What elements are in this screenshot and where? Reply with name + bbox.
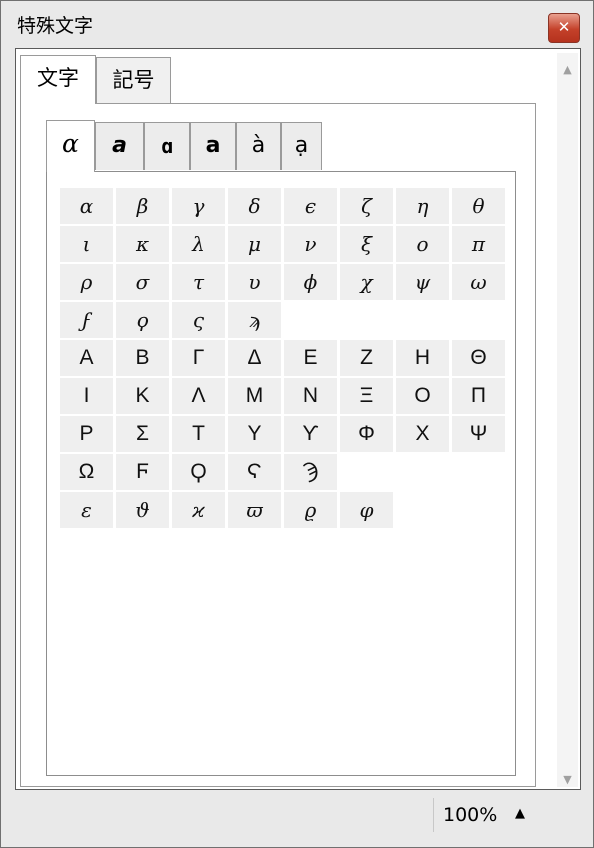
tab-latin-italic[interactable]: a	[95, 122, 144, 170]
vertical-scrollbar[interactable]: ▲ ▼	[557, 53, 578, 787]
character-cell[interactable]: ζ	[340, 188, 393, 224]
character-cell[interactable]: Θ	[452, 340, 505, 376]
status-bar: 100% ▲	[15, 790, 581, 842]
character-cell[interactable]: β	[116, 188, 169, 224]
character-cell[interactable]: ρ	[60, 264, 113, 300]
tab-latin-accent[interactable]: à	[236, 122, 281, 170]
character-cell[interactable]: Υ	[228, 416, 281, 452]
character-cell[interactable]: Μ	[228, 378, 281, 414]
character-cell[interactable]: ϝ	[60, 302, 113, 338]
character-cell[interactable]: Ι	[60, 378, 113, 414]
character-cell[interactable]: Ρ	[60, 416, 113, 452]
character-cell[interactable]: Ϙ	[172, 454, 225, 490]
character-cell[interactable]: Ϝ	[116, 454, 169, 490]
character-cell[interactable]: Κ	[116, 378, 169, 414]
character-cell[interactable]: Γ	[172, 340, 225, 376]
character-cell[interactable]: Χ	[396, 416, 449, 452]
character-cell[interactable]: ϖ	[228, 492, 281, 528]
character-cell[interactable]: ι	[60, 226, 113, 262]
character-cell[interactable]: κ	[116, 226, 169, 262]
title-bar: 特殊文字 ✕	[1, 1, 593, 47]
zoom-level: 100%	[443, 804, 498, 826]
character-cell[interactable]: ψ	[396, 264, 449, 300]
character-cell[interactable]: τ	[172, 264, 225, 300]
close-icon: ✕	[557, 18, 571, 36]
character-cell[interactable]: ν	[284, 226, 337, 262]
character-cell[interactable]: Ξ	[340, 378, 393, 414]
tab-characters[interactable]: 文字	[20, 55, 96, 104]
character-cell[interactable]: υ	[228, 264, 281, 300]
character-cell[interactable]: Τ	[172, 416, 225, 452]
character-cell[interactable]: λ	[172, 226, 225, 262]
tab-latin-alpha[interactable]: ɑ	[144, 122, 190, 170]
tab-symbols[interactable]: 記号	[96, 57, 171, 103]
character-cell[interactable]: ϑ	[116, 492, 169, 528]
tab-latin-dot-below[interactable]: ạ	[281, 122, 322, 170]
character-cell[interactable]: Π	[452, 378, 505, 414]
scroll-down-icon[interactable]: ▼	[557, 773, 578, 786]
client-area: 文字 記号 α a ɑ a à ạ αβγδϵζηθ ικλμνξοπ ρστυϕχ…	[15, 48, 581, 790]
character-grid-panel: αβγδϵζηθ ικλμνξοπ ρστυϕχψω ϝϙςϡ ΑΒΓΔΕΖΗΘ ΙΚΛΜ…	[46, 171, 516, 776]
character-cell[interactable]: θ	[452, 188, 505, 224]
character-cell[interactable]: η	[396, 188, 449, 224]
character-cell[interactable]: Ο	[396, 378, 449, 414]
character-cell[interactable]: Ζ	[340, 340, 393, 376]
close-button[interactable]: ✕	[548, 13, 580, 43]
character-cell[interactable]: ϒ	[284, 416, 337, 452]
characters-panel: α a ɑ a à ạ αβγδϵζηθ ικλμνξοπ ρστυϕχψω ϝϙςϡ…	[20, 103, 536, 787]
scroll-up-icon[interactable]: ▲	[557, 63, 578, 76]
character-cell[interactable]: Ϛ	[228, 454, 281, 490]
character-cell[interactable]: Ϡ	[284, 454, 337, 490]
character-cell[interactable]: Ε	[284, 340, 337, 376]
window-title: 特殊文字	[17, 15, 94, 37]
character-cell[interactable]: Λ	[172, 378, 225, 414]
special-characters-window: 特殊文字 ✕ 文字 記号 α a ɑ a à ạ αβγδϵζηθ ικλμνξο…	[0, 0, 594, 848]
character-cell[interactable]: Ν	[284, 378, 337, 414]
character-cell[interactable]: ϵ	[284, 188, 337, 224]
character-cell[interactable]: δ	[228, 188, 281, 224]
tab-latin-double[interactable]: a	[190, 122, 236, 170]
character-cell[interactable]: γ	[172, 188, 225, 224]
character-cell[interactable]: ξ	[340, 226, 393, 262]
character-cell[interactable]: φ	[340, 492, 393, 528]
tab-greek[interactable]: α	[46, 120, 95, 172]
character-cell[interactable]: Α	[60, 340, 113, 376]
character-cell[interactable]: Ω	[60, 454, 113, 490]
character-cell[interactable]: π	[452, 226, 505, 262]
character-cell[interactable]: χ	[340, 264, 393, 300]
character-cell[interactable]: ϡ	[228, 302, 281, 338]
character-cell[interactable]: Δ	[228, 340, 281, 376]
character-cell[interactable]: ς	[172, 302, 225, 338]
character-cell[interactable]: ω	[452, 264, 505, 300]
character-cell[interactable]: ϱ	[284, 492, 337, 528]
triangle-up-icon[interactable]: ▲	[515, 806, 525, 821]
character-cell[interactable]: ε	[60, 492, 113, 528]
status-divider	[433, 798, 434, 832]
character-cell[interactable]: σ	[116, 264, 169, 300]
character-cell[interactable]: Β	[116, 340, 169, 376]
character-cell[interactable]: μ	[228, 226, 281, 262]
character-cell[interactable]: Ψ	[452, 416, 505, 452]
character-cell[interactable]: α	[60, 188, 113, 224]
character-cell[interactable]: Σ	[116, 416, 169, 452]
character-cell[interactable]: ο	[396, 226, 449, 262]
character-cell[interactable]: ϙ	[116, 302, 169, 338]
character-cell[interactable]: Η	[396, 340, 449, 376]
character-cell[interactable]: Φ	[340, 416, 393, 452]
character-cell[interactable]: ϰ	[172, 492, 225, 528]
character-cell[interactable]: ϕ	[284, 264, 337, 300]
